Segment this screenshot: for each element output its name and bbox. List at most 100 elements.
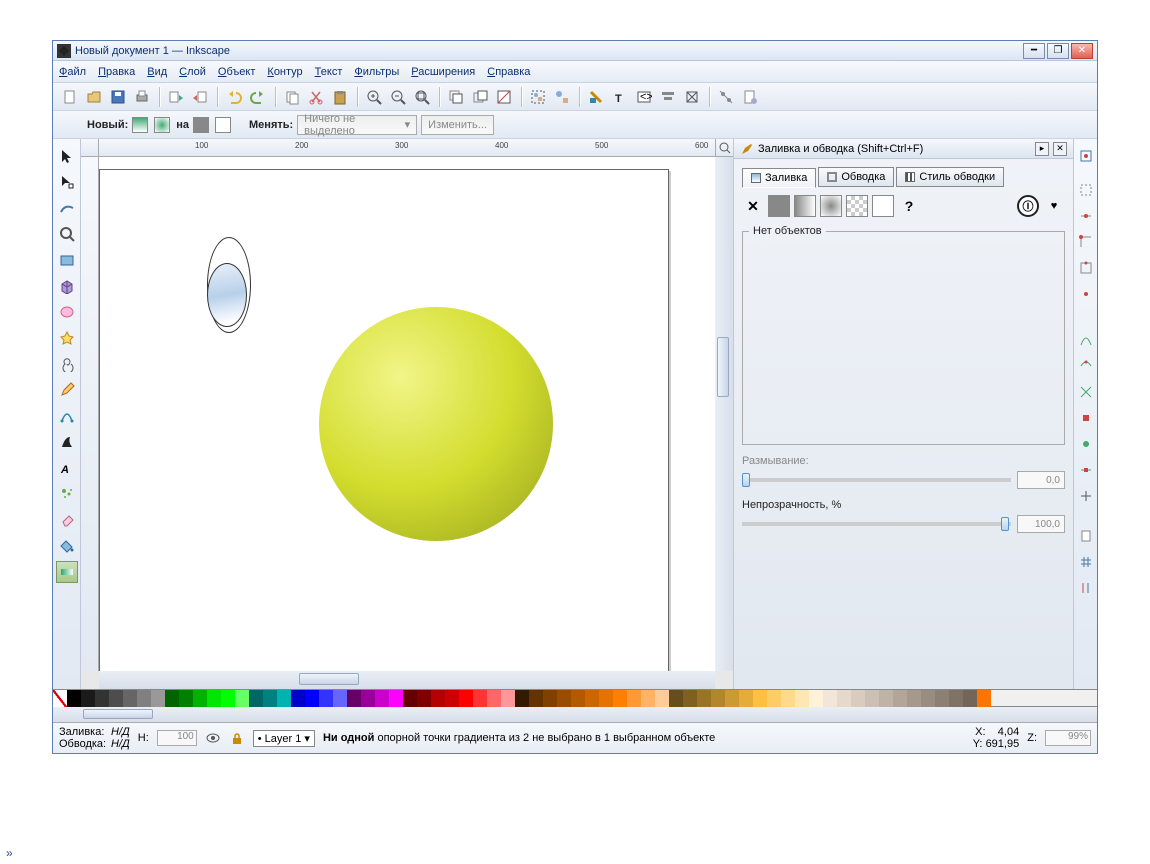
palette-swatch[interactable] — [221, 690, 235, 708]
palette-swatch[interactable] — [109, 690, 123, 708]
maximize-button[interactable]: ❐ — [1047, 43, 1069, 59]
yellow-sphere[interactable] — [319, 307, 553, 541]
save-button[interactable] — [107, 86, 129, 108]
print-button[interactable] — [131, 86, 153, 108]
palette-swatch[interactable] — [655, 690, 669, 708]
paint-bucket-tool[interactable] — [56, 535, 78, 557]
zoom-tool[interactable] — [56, 223, 78, 245]
doc-properties-button[interactable] — [739, 86, 761, 108]
palette-swatch[interactable] — [641, 690, 655, 708]
palette-swatch[interactable] — [235, 690, 249, 708]
snap-path-button[interactable] — [1075, 355, 1097, 377]
edit-gradient-button[interactable]: Изменить... — [421, 115, 494, 135]
new-doc-button[interactable] — [59, 86, 81, 108]
copy-button[interactable] — [281, 86, 303, 108]
node-tool[interactable] — [56, 171, 78, 193]
palette-swatch[interactable] — [473, 690, 487, 708]
palette-swatch[interactable] — [193, 690, 207, 708]
unknown-paint-button[interactable]: ? — [898, 195, 920, 217]
blur-value[interactable]: 0,0 — [1017, 471, 1065, 489]
palette-swatch[interactable] — [683, 690, 697, 708]
palette-scrollbar[interactable] — [53, 707, 1097, 723]
palette-swatch[interactable] — [697, 690, 711, 708]
flat-color-button[interactable] — [768, 195, 790, 217]
on-fill-button[interactable] — [193, 117, 209, 133]
import-button[interactable] — [165, 86, 187, 108]
new-linear-button[interactable] — [132, 117, 148, 133]
star-tool[interactable] — [56, 327, 78, 349]
toolbox-expand[interactable]: » — [6, 846, 13, 860]
palette-swatch[interactable] — [585, 690, 599, 708]
menu-object[interactable]: Объект — [218, 66, 255, 78]
dock-close-button[interactable]: ✕ — [1053, 142, 1067, 156]
palette-swatch[interactable] — [795, 690, 809, 708]
snap-midpoint-button[interactable] — [1075, 459, 1097, 481]
duplicate-button[interactable] — [445, 86, 467, 108]
text-tool[interactable]: A — [56, 457, 78, 479]
palette-swatch[interactable] — [837, 690, 851, 708]
palette-swatch[interactable] — [725, 690, 739, 708]
fill-stroke-indicator[interactable]: Заливка:Н/Д Обводка:Н/Д — [59, 726, 130, 750]
rectangle-tool[interactable] — [56, 249, 78, 271]
menu-extensions[interactable]: Расширения — [411, 66, 475, 78]
palette-swatch[interactable] — [613, 690, 627, 708]
palette-swatch[interactable] — [137, 690, 151, 708]
3d-box-tool[interactable] — [56, 275, 78, 297]
palette-swatch[interactable] — [347, 690, 361, 708]
tab-stroke-paint[interactable]: Обводка — [818, 167, 894, 187]
palette-swatch[interactable] — [767, 690, 781, 708]
transform-button[interactable] — [681, 86, 703, 108]
menu-path[interactable]: Контур — [267, 66, 302, 78]
align-button[interactable] — [657, 86, 679, 108]
layer-selector[interactable]: • Layer 1 ▾ — [253, 730, 315, 747]
zoom-out-button[interactable] — [387, 86, 409, 108]
palette-swatch[interactable] — [753, 690, 767, 708]
snap-bbox-edge-button[interactable] — [1075, 205, 1097, 227]
no-paint-button[interactable]: ✕ — [742, 195, 764, 217]
palette-swatch[interactable] — [935, 690, 949, 708]
horizontal-scrollbar[interactable] — [99, 671, 715, 689]
menu-filters[interactable]: Фильтры — [354, 66, 399, 78]
palette-swatch[interactable] — [165, 690, 179, 708]
menu-file[interactable]: Файл — [59, 66, 86, 78]
zoom-value[interactable]: 99% — [1045, 730, 1091, 746]
tab-stroke-style[interactable]: Стиль обводки — [896, 167, 1004, 187]
bezier-tool[interactable] — [56, 405, 78, 427]
minimize-button[interactable]: ━ — [1023, 43, 1045, 59]
palette-swatch[interactable] — [151, 690, 165, 708]
palette-swatch[interactable] — [879, 690, 893, 708]
menu-help[interactable]: Справка — [487, 66, 530, 78]
snap-page-button[interactable] — [1075, 525, 1097, 547]
ungroup-button[interactable] — [551, 86, 573, 108]
palette-swatch[interactable] — [95, 690, 109, 708]
unlink-clone-button[interactable] — [493, 86, 515, 108]
snap-bbox-button[interactable] — [1075, 179, 1097, 201]
palette-swatch[interactable] — [81, 690, 95, 708]
menu-layer[interactable]: Слой — [179, 66, 206, 78]
palette-swatch[interactable] — [963, 690, 977, 708]
ellipse-blue[interactable] — [207, 263, 247, 327]
palette-swatch[interactable] — [921, 690, 935, 708]
canvas[interactable] — [99, 157, 715, 671]
fill-stroke-button[interactable] — [585, 86, 607, 108]
snap-grid-button[interactable] — [1075, 551, 1097, 573]
palette-swatch[interactable] — [599, 690, 613, 708]
palette-swatch[interactable] — [809, 690, 823, 708]
eraser-tool[interactable] — [56, 509, 78, 531]
palette-swatch[interactable] — [375, 690, 389, 708]
palette-swatch[interactable] — [403, 690, 417, 708]
pencil-tool[interactable] — [56, 379, 78, 401]
paste-button[interactable] — [329, 86, 351, 108]
tab-fill[interactable]: Заливка — [742, 168, 816, 188]
undo-button[interactable] — [223, 86, 245, 108]
palette-swatch[interactable] — [459, 690, 473, 708]
palette-swatch[interactable] — [949, 690, 963, 708]
clock-icon[interactable]: Ⓘ — [1017, 195, 1039, 217]
palette-swatch[interactable] — [851, 690, 865, 708]
zoom-fit-button[interactable] — [411, 86, 433, 108]
select-tool[interactable] — [56, 145, 78, 167]
palette-swatch[interactable] — [417, 690, 431, 708]
horizontal-ruler[interactable]: 100 200 300 400 500 600 — [99, 139, 715, 157]
palette-swatch[interactable] — [669, 690, 683, 708]
palette-swatch[interactable] — [501, 690, 515, 708]
